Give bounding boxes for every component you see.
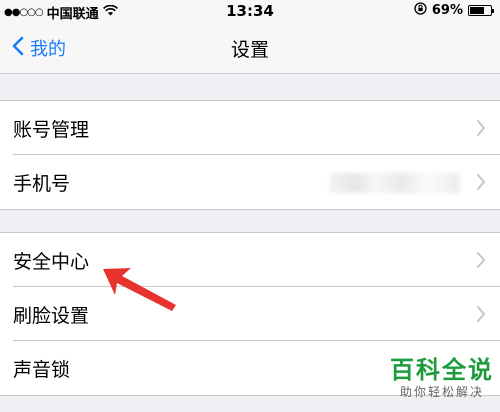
settings-row-phone-number[interactable]: 手机号 <box>0 155 500 209</box>
page-title: 设置 <box>230 39 269 61</box>
watermark-subtitle: 助你轻松解决 <box>399 385 484 399</box>
settings-row-security-center[interactable]: 安全中心 <box>0 233 500 287</box>
row-label: 安全中心 <box>13 250 90 273</box>
row-label: 手机号 <box>13 172 71 195</box>
settings-row-face-settings[interactable]: 刷脸设置 <box>0 287 500 341</box>
watermark-logo: 百科全说 助你轻松解决 <box>390 350 494 400</box>
chevron-right-icon <box>476 250 486 274</box>
row-label: 账号管理 <box>13 118 90 141</box>
chevron-right-icon <box>476 118 486 142</box>
row-label: 声音锁 <box>13 358 71 381</box>
blurred-phone-value <box>330 173 460 193</box>
navigation-bar: 我的 设置 <box>0 22 500 74</box>
row-label: 刷脸设置 <box>13 304 90 327</box>
settings-group-account: 账号管理 手机号 <box>0 100 500 210</box>
status-right: 69% <box>414 2 494 19</box>
settings-row-account-management[interactable]: 账号管理 <box>0 101 500 155</box>
battery-percent: 69% <box>431 3 463 18</box>
chevron-right-icon <box>476 304 486 328</box>
status-bar: ●●○○○ 中国联通 13:34 69% <box>0 0 500 22</box>
chevron-right-icon <box>476 172 486 196</box>
battery-fill <box>470 7 484 14</box>
watermark-title: 百科全说 <box>390 356 494 384</box>
orientation-lock-icon <box>414 2 427 19</box>
battery-icon <box>468 5 494 16</box>
